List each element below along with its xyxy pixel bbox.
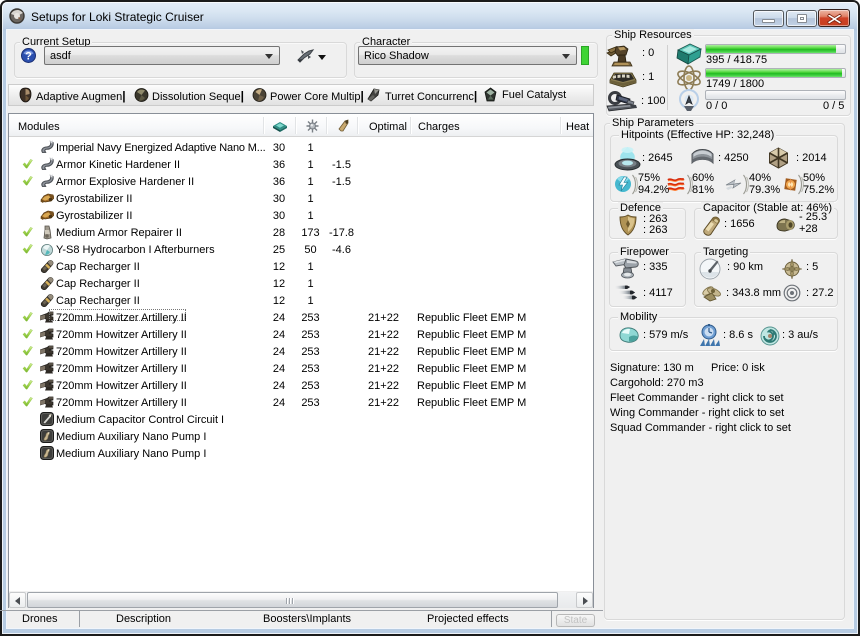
svg-text:?: ? bbox=[25, 51, 32, 63]
